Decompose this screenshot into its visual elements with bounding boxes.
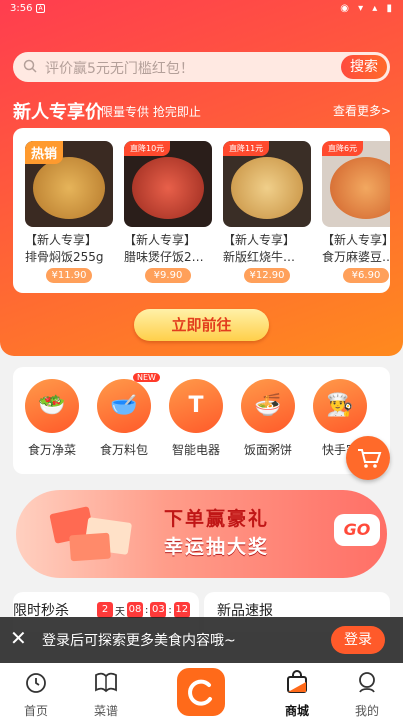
appliance-icon: T [169, 379, 223, 433]
product-image: 直降6元 [322, 141, 390, 227]
status-bar: 3:56 A ◉ ▾ ▴ ▮ [0, 0, 403, 18]
sim-icon: A [36, 4, 45, 13]
cart-button[interactable] [346, 436, 390, 480]
tab-label: 菜谱 [93, 704, 118, 718]
category-item[interactable]: T 智能电器 [161, 379, 231, 458]
lucky-draw-banner[interactable]: 下单赢豪礼 幸运抽大奖 GO [16, 490, 387, 578]
product-image: 直降11元 [223, 141, 311, 227]
product-food [231, 157, 303, 219]
product-food [33, 157, 105, 219]
product-price: ¥12.90 [244, 268, 290, 283]
center-action-button[interactable] [177, 668, 225, 716]
tab-profile[interactable]: 我的 [337, 669, 397, 718]
category-item[interactable]: 🥗 食万净菜 [17, 379, 87, 458]
tab-recipes[interactable]: 菜谱 [76, 669, 136, 718]
category-label: 饭面粥饼 [243, 443, 292, 457]
product-name: 食万麻婆豆… [322, 250, 390, 264]
product-item[interactable]: 直降10元 【新人专享】 腊味煲仔饭2… ¥9.90 [124, 141, 212, 283]
countdown-days: 2 [97, 602, 113, 618]
product-item[interactable]: 直降11元 【新人专享】 新版红烧牛… ¥12.90 [223, 141, 311, 283]
product-tag: 热销 [25, 141, 64, 164]
category-row: 🥗 食万净菜 🥣 NEW 食万料包 T 智能电器 🍜 饭面粥饼 👨‍🍳 快手家 [13, 367, 390, 474]
product-food [330, 157, 390, 219]
product-item[interactable]: 直降6元 【新人专享】 食万麻婆豆… ¥6.90 [322, 141, 390, 283]
product-name: 腊味煲仔饭2… [124, 250, 204, 264]
category-label: 食万料包 [99, 443, 148, 457]
product-image: 直降10元 [124, 141, 212, 227]
category-item[interactable]: 🥣 NEW 食万料包 [89, 373, 160, 458]
user-icon [359, 672, 375, 693]
search-button[interactable]: 搜索 [341, 55, 387, 79]
product-label: 【新人专享】 [124, 233, 197, 247]
search-bar[interactable]: 评价赢5元无门槛红包！ 搜索 [13, 52, 390, 82]
product-tag: 直降6元 [322, 141, 364, 156]
product-price: ¥6.90 [343, 268, 389, 283]
banner-line1: 下单赢豪礼 [164, 508, 270, 530]
status-time: 3:56 [10, 3, 33, 14]
category-item[interactable]: 🍜 饭面粥饼 [233, 379, 303, 458]
countdown-seconds: 12 [173, 602, 190, 618]
product-item[interactable]: 热销 【新人专享】 排骨焖饭255g ¥11.90 [25, 141, 113, 283]
countdown: 2 天 08: 03: 12 [95, 602, 192, 618]
refresh-icon [188, 679, 212, 706]
view-more-link[interactable]: 查看更多> [333, 102, 391, 119]
tab-label: 商城 [284, 704, 309, 718]
tab-label: 我的 [354, 704, 379, 718]
category-label: 食万净菜 [27, 443, 76, 457]
countdown-hours: 08 [127, 602, 143, 618]
product-name: 新版红烧牛… [223, 250, 296, 264]
status-icons: ◉ ▾ ▴ ▮ [340, 3, 395, 14]
product-tag: 直降11元 [223, 141, 270, 156]
close-icon[interactable]: ✕ [10, 628, 30, 648]
new-badge: NEW [133, 373, 160, 382]
product-price: ¥9.90 [145, 268, 191, 283]
noodle-bowl-icon: 🍜 [241, 379, 295, 433]
toast-message: 登录后可探索更多美食内容哦~ [42, 633, 236, 649]
product-label: 【新人专享】 [223, 233, 296, 247]
product-tag: 直降10元 [124, 141, 171, 156]
home-icon [26, 673, 46, 693]
product-label: 【新人专享】 [25, 233, 98, 247]
cart-icon [358, 449, 382, 468]
newcomer-subtitle: 限量专供 抢完即止 [101, 105, 201, 119]
product-price: ¥11.90 [46, 268, 92, 283]
login-toast: ✕ 登录后可探索更多美食内容哦~ 登录 [0, 617, 403, 663]
tab-label: 首页 [23, 704, 48, 718]
banner-go-button[interactable]: GO [334, 514, 380, 546]
category-label: 智能电器 [171, 443, 220, 457]
search-placeholder[interactable]: 评价赢5元无门槛红包！ [45, 58, 194, 78]
product-food [132, 157, 204, 219]
go-now-button[interactable]: 立即前往 [134, 309, 269, 341]
book-icon [95, 672, 117, 693]
product-name: 排骨焖饭255g [25, 250, 104, 264]
newcomer-title: 新人专享价 [13, 102, 103, 123]
countdown-day-label: 天 [115, 606, 125, 618]
shopping-bag-icon [287, 670, 307, 693]
login-button[interactable]: 登录 [331, 626, 385, 654]
chef-hat-icon: 👨‍🍳 [313, 379, 367, 433]
tab-home[interactable]: 首页 [6, 669, 66, 718]
vegetable-icon: 🥗 [25, 379, 79, 433]
ticket-illustration [49, 506, 132, 562]
search-icon [23, 59, 37, 73]
countdown-minutes: 03 [150, 602, 167, 618]
product-image: 热销 [25, 141, 113, 227]
banner-line2: 幸运抽大奖 [164, 536, 270, 558]
tab-mall[interactable]: 商城 [267, 669, 327, 718]
sauce-bowl-icon: 🥣 [97, 379, 151, 433]
product-label: 【新人专享】 [322, 233, 390, 247]
newcomer-product-card: 热销 【新人专享】 排骨焖饭255g ¥11.90 直降10元 【新人专享】 腊… [13, 128, 390, 293]
